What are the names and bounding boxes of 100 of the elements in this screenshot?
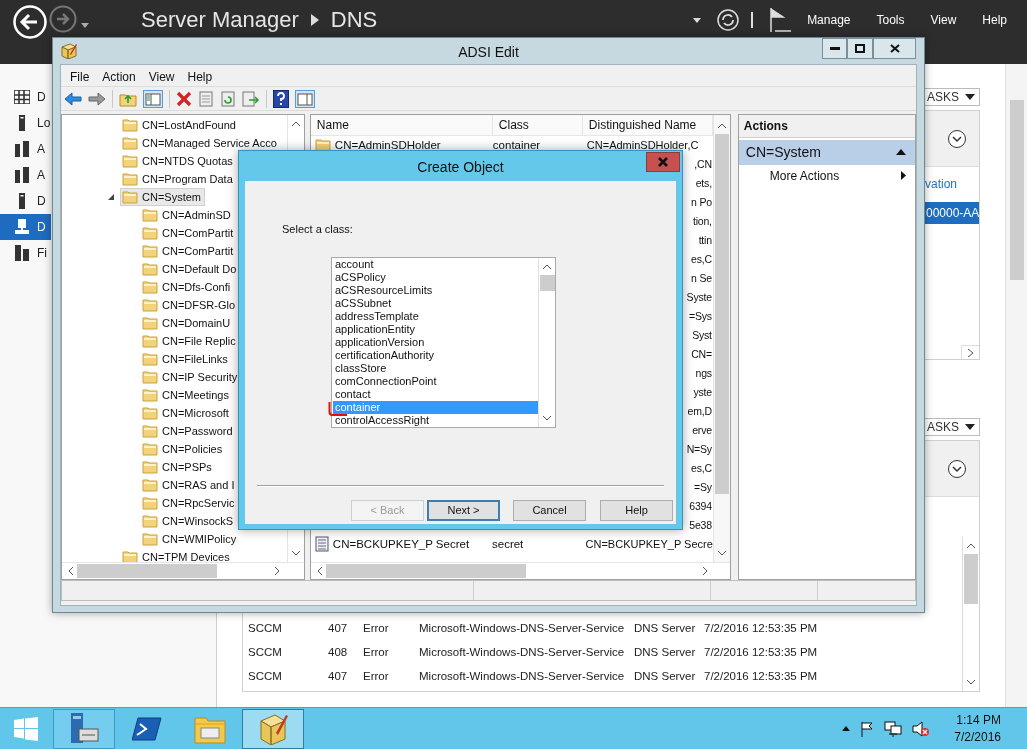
- maximize-button[interactable]: [847, 38, 873, 59]
- breadcrumb-item[interactable]: Server Manager: [141, 7, 299, 33]
- menu-item[interactable]: Help: [982, 11, 1007, 29]
- tree-item[interactable]: CN=Microsoft: [140, 403, 233, 422]
- tree-item[interactable]: CN=IP Security: [140, 367, 242, 386]
- tasks-dropdown[interactable]: ASKS: [924, 88, 980, 106]
- action-section-header[interactable]: CN=System: [738, 139, 915, 165]
- tree-item[interactable]: CN=Default Do: [140, 259, 241, 278]
- scrollbar[interactable]: [962, 537, 979, 691]
- taskbar-button[interactable]: [242, 708, 304, 749]
- clock[interactable]: 1:14 PM 7/2/2016: [954, 712, 1001, 745]
- expand-chevron-icon[interactable]: [947, 458, 967, 479]
- scrollbar[interactable]: [62, 561, 304, 579]
- delete-icon[interactable]: [176, 90, 192, 107]
- list-item[interactable]: aCSSubnet: [333, 297, 538, 311]
- tree-item[interactable]: CN=RAS and I: [140, 475, 239, 494]
- minimize-button[interactable]: [822, 38, 847, 59]
- list-item[interactable]: comConnectionPoint: [333, 374, 538, 388]
- sidebar-item[interactable]: Lo: [0, 110, 51, 136]
- sidebar-item[interactable]: Fi: [0, 240, 51, 266]
- link[interactable]: vation: [925, 175, 976, 193]
- tree-item[interactable]: CN=AdminSD: [140, 205, 235, 224]
- scrollbar-thumb[interactable]: [325, 563, 526, 578]
- show-hidden-icons-icon[interactable]: [842, 726, 851, 731]
- tree-item[interactable]: CN=RpcServic: [140, 493, 239, 512]
- tree-item[interactable]: CN=Policies: [140, 439, 227, 458]
- sidebar-item[interactable]: D: [0, 188, 51, 214]
- sidebar-item[interactable]: D: [0, 214, 51, 240]
- list-item[interactable]: applicationEntity: [333, 323, 538, 337]
- tree-item[interactable]: CN=PSPs: [140, 457, 216, 476]
- list-item[interactable]: addressTemplate: [333, 310, 538, 324]
- menu-item[interactable]: View: [148, 67, 175, 86]
- panel-toggle-icon[interactable]: [295, 89, 315, 108]
- dialog-button[interactable]: Next >: [427, 499, 500, 521]
- tree-item[interactable]: CN=LostAndFound: [120, 115, 240, 134]
- tree-item[interactable]: CN=Password: [140, 421, 237, 440]
- column-header[interactable]: Name: [310, 114, 493, 136]
- scrollbar[interactable]: [538, 257, 555, 427]
- selected-row[interactable]: 00000-AA: [924, 202, 979, 224]
- column-header[interactable]: Class: [492, 114, 583, 136]
- tree-item[interactable]: CN=NTDS Quotas: [120, 151, 237, 170]
- speaker-muted-icon[interactable]: [912, 720, 931, 737]
- taskbar-button[interactable]: [53, 708, 115, 749]
- dialog-button[interactable]: Help: [600, 499, 673, 521]
- list-item[interactable]: applicationVersion: [333, 336, 538, 349]
- tree-item[interactable]: CN=File Replic: [140, 331, 240, 350]
- expand-chevron-icon[interactable]: [947, 128, 967, 149]
- tree-item[interactable]: CN=ComPartit: [140, 241, 238, 260]
- panel-toggle-icon[interactable]: [143, 89, 163, 108]
- list-item[interactable]: account: [333, 258, 538, 272]
- list-item[interactable]: certificationAuthority: [333, 348, 538, 362]
- action-item[interactable]: More Actions: [738, 164, 915, 187]
- scroll-right-button[interactable]: [961, 345, 979, 359]
- menu-item[interactable]: View: [930, 11, 957, 29]
- back-icon[interactable]: [13, 5, 47, 39]
- tree-item[interactable]: CN=ComPartit: [140, 223, 238, 242]
- tree-item[interactable]: CN=DFSR-Glo: [140, 295, 240, 314]
- tree-item[interactable]: CN=WMIPolicy: [140, 529, 241, 548]
- tree-item[interactable]: CN=FileLinks: [140, 349, 232, 368]
- tree-item[interactable]: CN=DomainU: [140, 313, 235, 332]
- tree-item[interactable]: CN=TPM Devices: [120, 547, 234, 562]
- export-icon[interactable]: [242, 90, 260, 107]
- tree-item[interactable]: CN=Managed Service Acco: [120, 133, 281, 152]
- list-item[interactable]: classStore: [333, 361, 538, 375]
- flag-icon[interactable]: [860, 720, 875, 737]
- dialog-button[interactable]: Cancel: [513, 499, 586, 521]
- menu-item[interactable]: Help: [187, 67, 213, 86]
- list-item[interactable]: controlAccessRight: [333, 413, 538, 427]
- scrollbar-thumb[interactable]: [714, 133, 729, 494]
- tree-item[interactable]: CN=Meetings: [140, 385, 233, 404]
- column-header[interactable]: Distinguished Name: [582, 114, 713, 136]
- list-item[interactable]: aCSPolicy: [333, 271, 538, 285]
- scrollbar-thumb[interactable]: [539, 274, 555, 291]
- dropdown-caret-icon[interactable]: [81, 23, 89, 28]
- scrollbar[interactable]: [1005, 64, 1027, 707]
- tree-item[interactable]: CN=Dfs-Confi: [140, 277, 235, 296]
- dropdown-caret-icon[interactable]: [693, 17, 702, 23]
- tasks-dropdown[interactable]: ASKS: [924, 418, 980, 436]
- scrollbar[interactable]: [712, 114, 730, 562]
- class-listbox[interactable]: account aCSPolicy aCSResourceLimits aCSSubnet addressTemplate applicationEntity applicationVersion certificationAuthority classStore comConnectionPoint contact container controlAccessRight: [331, 256, 556, 428]
- scrollbar[interactable]: [310, 561, 730, 579]
- menu-item[interactable]: Tools: [876, 11, 905, 29]
- tree-item[interactable]: CN=Program Data: [120, 169, 237, 188]
- expanded-arrow-icon[interactable]: [108, 193, 114, 200]
- list-item[interactable]: contact: [333, 387, 538, 401]
- menu-item[interactable]: Manage: [807, 11, 851, 29]
- network-icon[interactable]: [884, 720, 903, 737]
- forward-arrow-icon[interactable]: [88, 91, 106, 106]
- close-button[interactable]: [873, 38, 916, 59]
- scrollbar-thumb[interactable]: [77, 563, 217, 578]
- tree-item[interactable]: CN=WinsockS: [140, 511, 238, 530]
- sidebar-item[interactable]: A: [0, 136, 51, 162]
- sidebar-item[interactable]: D: [0, 84, 51, 110]
- menu-item[interactable]: File: [70, 67, 90, 86]
- back-arrow-icon[interactable]: [64, 91, 82, 106]
- help-icon[interactable]: [273, 89, 289, 108]
- menu-item[interactable]: Action: [102, 67, 136, 86]
- sidebar-item[interactable]: A: [0, 162, 51, 188]
- list-item[interactable]: aCSResourceLimits: [333, 284, 538, 298]
- flag-icon[interactable]: [769, 7, 792, 33]
